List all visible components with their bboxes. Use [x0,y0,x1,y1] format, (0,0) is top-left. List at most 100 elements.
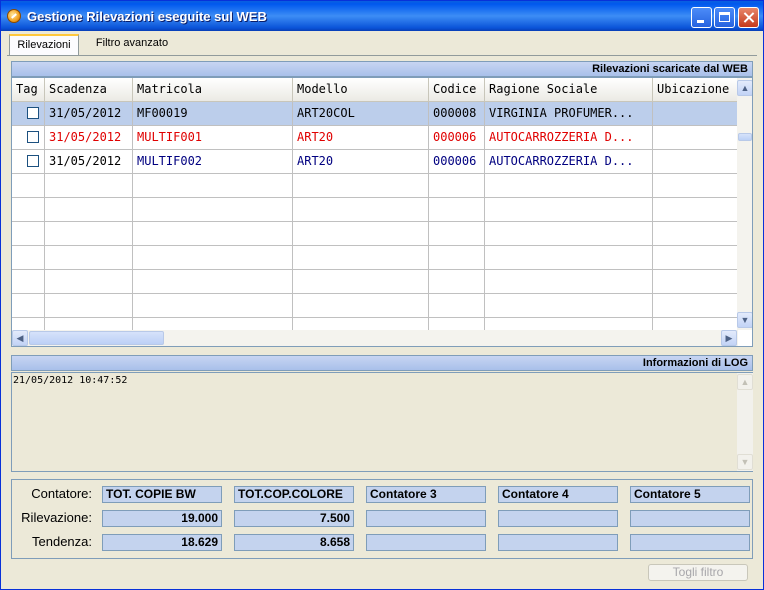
tag-checkbox[interactable] [27,131,39,143]
tab-rilevazioni[interactable]: Rilevazioni [9,34,79,55]
rilevazione-value-field[interactable] [630,510,750,527]
cell-matricola [133,246,293,270]
cell-ubicazione [653,150,738,174]
cell-scadenza [45,294,133,318]
horizontal-scroll-thumb[interactable] [29,331,164,345]
tendenza-value-field[interactable] [498,534,618,551]
counters-panel: Contatore: Rilevazione: Tendenza: TOT. C… [11,479,753,559]
cell-modello [293,270,429,294]
empty-row [12,294,738,318]
empty-row [12,222,738,246]
cell-ubicazione [653,126,738,150]
column-header-scadenza[interactable]: Scadenza [45,78,133,102]
grid-horizontal-scrollbar[interactable]: ◀ ▶ [12,330,738,346]
grid-vertical-scrollbar[interactable]: ▲ ▼ [737,78,752,330]
empty-row [12,198,738,222]
scroll-thumb[interactable] [738,133,752,141]
cell-matricola [133,294,293,318]
title-bar[interactable]: Gestione Rilevazioni eseguite sul WEB [1,1,763,31]
cell-scadenza [45,174,133,198]
label-tendenza: Tendenza: [32,534,92,549]
cell-codice [429,246,485,270]
rilevazione-value-field[interactable]: 7.500 [234,510,354,527]
app-icon [7,9,21,23]
empty-row [12,246,738,270]
tag-checkbox[interactable] [27,155,39,167]
cell-scadenza: 31/05/2012 [45,150,133,174]
cell-ragione: AUTOCARROZZERIA D... [485,150,653,174]
togli-filtro-button[interactable]: Togli filtro [648,564,748,581]
rilevazione-value-field[interactable] [366,510,486,527]
cell-ubicazione [653,174,738,198]
counter-name-field: Contatore 4 [498,486,618,503]
maximize-button[interactable] [714,7,735,28]
cell-ubicazione [653,294,738,318]
label-rilevazione: Rilevazione: [21,510,92,525]
log-panel-header: Informazioni di LOG [11,355,753,371]
tendenza-value-field[interactable]: 18.629 [102,534,222,551]
cell-matricola [133,198,293,222]
cell-modello: ART20 [293,150,429,174]
cell-modello: ART20 [293,126,429,150]
tab-filtro-avanzato[interactable]: Filtro avanzato [87,34,177,55]
cell-scadenza [45,198,133,222]
scroll-up-icon[interactable]: ▲ [737,80,752,96]
cell-codice: 000006 [429,150,485,174]
cell-ubicazione [653,246,738,270]
scroll-left-icon[interactable]: ◀ [12,330,28,346]
table-row[interactable]: 31/05/2012 MULTIF002 ART20 000006 AUTOCARROZ… [12,150,738,174]
minimize-button[interactable] [691,7,712,28]
cell-matricola: MULTIF001 [133,126,293,150]
cell-codice [429,222,485,246]
tab-divider [7,55,757,56]
column-header-matricola[interactable]: Matricola [133,78,293,102]
scroll-right-icon[interactable]: ▶ [721,330,737,346]
log-area[interactable]: 21/05/2012 10:47:52 ▲ ▼ [11,372,753,472]
column-header-tag[interactable]: Tag [12,78,45,102]
log-vertical-scrollbar[interactable]: ▲ ▼ [737,373,753,471]
cell-ragione [485,198,653,222]
scroll-down-icon[interactable]: ▼ [737,312,752,328]
cell-ubicazione [653,102,738,126]
rilevazione-value-field[interactable]: 19.000 [102,510,222,527]
tendenza-value-field[interactable]: 8.658 [234,534,354,551]
cell-ragione [485,294,653,318]
cell-tag [12,270,45,294]
cell-ragione: AUTOCARROZZERIA D... [485,126,653,150]
cell-matricola [133,270,293,294]
column-header-ubicazione[interactable]: Ubicazione [653,78,738,102]
cell-ragione [485,222,653,246]
cell-matricola [133,174,293,198]
cell-tag [12,126,45,150]
cell-codice [429,270,485,294]
column-header-codice[interactable]: Codice [429,78,485,102]
cell-codice: 000006 [429,126,485,150]
cell-modello [293,174,429,198]
tendenza-value-field[interactable] [366,534,486,551]
tag-checkbox[interactable] [27,107,39,119]
close-button[interactable] [738,7,759,28]
log-text: 21/05/2012 10:47:52 [13,375,128,386]
cell-modello [293,222,429,246]
log-scroll-down-icon[interactable]: ▼ [737,454,753,470]
cell-modello: ART20COL [293,102,429,126]
cell-tag [12,222,45,246]
table-row[interactable]: 31/05/2012 MULTIF001 ART20 000006 AUTOCARROZ… [12,126,738,150]
log-scroll-up-icon[interactable]: ▲ [737,374,753,390]
column-header-ragione[interactable]: Ragione Sociale [485,78,653,102]
rilevazione-value-field[interactable] [498,510,618,527]
cell-ragione [485,174,653,198]
cell-scadenza [45,270,133,294]
cell-scadenza [45,222,133,246]
cell-ubicazione [653,270,738,294]
cell-scadenza: 31/05/2012 [45,102,133,126]
counter-name-field: Contatore 3 [366,486,486,503]
main-window: Gestione Rilevazioni eseguite sul WEB Ri… [0,0,764,590]
cell-codice [429,198,485,222]
cell-ragione [485,270,653,294]
column-header-modello[interactable]: Modello [293,78,429,102]
table-row[interactable]: 31/05/2012 MF00019 ART20COL 000008 VIRGINIA … [12,102,738,126]
cell-ubicazione [653,198,738,222]
cell-matricola [133,222,293,246]
tendenza-value-field[interactable] [630,534,750,551]
